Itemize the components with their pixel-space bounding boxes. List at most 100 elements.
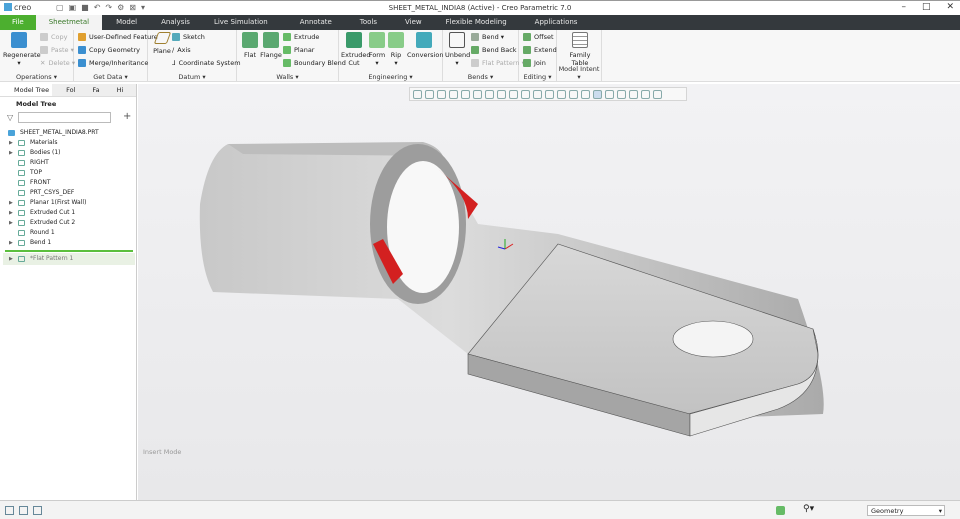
model-intent-group-label[interactable]: Model Intent ▾ (557, 65, 601, 81)
tab-model-tree[interactable]: Model Tree (0, 84, 53, 96)
udf-button[interactable]: User-Defined Feature (78, 33, 158, 41)
tab-tools[interactable]: Tools (344, 15, 389, 30)
regeneration-status-icon[interactable] (776, 506, 785, 515)
extrude-button[interactable]: Extrude (283, 33, 319, 41)
tab-live-simulation[interactable]: Live Simulation (202, 15, 280, 30)
tab-analysis[interactable]: Analysis (149, 15, 202, 30)
tree-item[interactable]: PRT_CSYS_DEF (0, 188, 136, 198)
tree-item-label: Planar 1(First Wall) (30, 199, 87, 206)
copy-button[interactable]: Copy (40, 33, 68, 41)
full-screen-icon[interactable] (33, 506, 42, 515)
tree-item[interactable]: RIGHT (0, 158, 136, 168)
flat-pattern-button[interactable]: Flat Pattern ▾ (471, 59, 525, 67)
expand-icon[interactable]: ▶ (9, 253, 13, 265)
tree-root-label: SHEET_METAL_INDIA8.PRT (20, 129, 99, 136)
tree-root[interactable]: SHEET_METAL_INDIA8.PRT (0, 128, 136, 138)
tab-flexible-modeling[interactable]: Flexible Modeling (434, 15, 519, 30)
rip-button[interactable]: Rip ▾ (387, 32, 405, 67)
tab-folder-browser[interactable]: Fol (52, 84, 78, 96)
tree-item[interactable]: ▶ Bodies (1) (0, 148, 136, 158)
expand-icon[interactable]: ▶ (9, 238, 13, 248)
datum-group-label[interactable]: Datum ▾ (148, 73, 236, 81)
round-icon (18, 230, 25, 236)
maximize-icon[interactable]: □ (922, 2, 931, 12)
sketch-button[interactable]: Sketch (172, 33, 205, 41)
expand-icon[interactable]: ▶ (9, 138, 13, 148)
tab-sheetmetal[interactable]: Sheetmetal (35, 15, 103, 30)
unbend-button[interactable]: Unbend ▾ (445, 32, 470, 67)
tab-favorites[interactable]: Fa (78, 84, 102, 96)
delete-button[interactable]: ✕ Delete ▾ (40, 59, 75, 67)
plane-button[interactable]: Plane (151, 32, 173, 55)
tree-item[interactable]: ▶ Materials (0, 138, 136, 148)
extruded-cut-button[interactable]: Extruded Cut (341, 32, 371, 67)
conversion-button[interactable]: Conversion (407, 32, 443, 59)
get-data-group-label[interactable]: Get Data ▾ (74, 73, 147, 81)
flange-button[interactable]: Flange (260, 32, 282, 59)
join-button[interactable]: Join (523, 59, 546, 67)
regenerate-button[interactable]: Regenerate ▾ (3, 32, 41, 67)
extend-button[interactable]: Extend (523, 46, 557, 54)
tree-item[interactable]: ▶ Extruded Cut 2 (0, 218, 136, 228)
planar-button[interactable]: Planar (283, 46, 314, 54)
tree-item[interactable]: TOP (0, 168, 136, 178)
insert-here-marker[interactable] (5, 250, 133, 252)
minimize-icon[interactable]: – (901, 2, 906, 12)
selection-filter-dropdown[interactable]: Geometry ▾ (867, 505, 945, 516)
expand-icon[interactable]: ▶ (9, 198, 13, 208)
plane-label: Plane (153, 47, 171, 55)
csys-button[interactable]: ⅃ Coordinate System (172, 59, 241, 67)
offset-button[interactable]: Offset (523, 33, 554, 41)
tree-item[interactable]: ▶ Bend 1 (0, 238, 136, 248)
axis-icon: / (172, 46, 175, 54)
ribbon-tabs: File Sheetmetal Model Analysis Live Simu… (0, 15, 960, 30)
unbend-icon (449, 32, 465, 48)
tree-search-input[interactable] (18, 112, 111, 123)
sheet-metal-lug-model[interactable] (138, 84, 960, 500)
close-icon[interactable]: ✕ (946, 2, 954, 12)
bend-button[interactable]: Bend ▾ (471, 33, 504, 41)
tree-item-flat-pattern[interactable]: ▶ *Flat Pattern 1 (3, 253, 135, 265)
tab-history[interactable]: Hi (103, 84, 127, 96)
filter-icon[interactable]: ▽ (7, 113, 13, 122)
tree-item[interactable]: Round 1 (0, 228, 136, 238)
form-label: Form (368, 51, 386, 59)
copy-geometry-button[interactable]: Copy Geometry (78, 46, 140, 54)
boundary-blend-button[interactable]: Boundary Blend (283, 59, 346, 67)
expand-icon[interactable]: ▶ (9, 218, 13, 228)
delete-icon: ✕ (40, 59, 46, 67)
bodies-icon (18, 150, 25, 156)
tab-model[interactable]: Model (102, 15, 149, 30)
tab-file[interactable]: File (0, 15, 36, 30)
bends-group-label[interactable]: Bends ▾ (443, 73, 518, 81)
tab-view[interactable]: View (389, 15, 434, 30)
show-navigator-icon[interactable] (5, 506, 14, 515)
editing-group-label[interactable]: Editing ▾ (519, 73, 556, 81)
expand-icon[interactable]: ▶ (9, 148, 13, 158)
axis-button[interactable]: / Axis (172, 46, 191, 54)
tree-item[interactable]: ▶ Planar 1(First Wall) (0, 198, 136, 208)
csys-icon: ⅃ (172, 59, 176, 67)
tab-applications[interactable]: Applications (519, 15, 590, 30)
walls-group-label[interactable]: Walls ▾ (237, 73, 338, 81)
boundary-blend-icon (283, 59, 291, 67)
graphics-area[interactable]: Insert Mode (138, 84, 960, 500)
ribbon: Regenerate ▾ Copy Paste ▾ ✕ Delete ▾ Opera… (0, 30, 960, 82)
family-table-button[interactable]: Family Table (563, 32, 597, 67)
materials-icon (18, 140, 25, 146)
bend-back-button[interactable]: Bend Back (471, 46, 517, 54)
tree-item[interactable]: ▶ Extruded Cut 1 (0, 208, 136, 218)
merge-button[interactable]: Merge/Inheritance (78, 59, 148, 67)
flat-button[interactable]: Flat (240, 32, 260, 59)
paste-button[interactable]: Paste ▾ (40, 46, 74, 54)
expand-icon[interactable]: ▶ (9, 208, 13, 218)
copy-geometry-icon (78, 46, 86, 54)
add-icon[interactable]: + (123, 111, 131, 122)
find-icon[interactable]: ⚲▾ (803, 504, 814, 514)
show-browser-icon[interactable] (19, 506, 28, 515)
tab-annotate[interactable]: Annotate (280, 15, 344, 30)
tree-item[interactable]: FRONT (0, 178, 136, 188)
form-button[interactable]: Form ▾ (367, 32, 387, 67)
operations-group-label[interactable]: Operations ▾ (0, 73, 73, 81)
engineering-group-label[interactable]: Engineering ▾ (339, 73, 442, 81)
